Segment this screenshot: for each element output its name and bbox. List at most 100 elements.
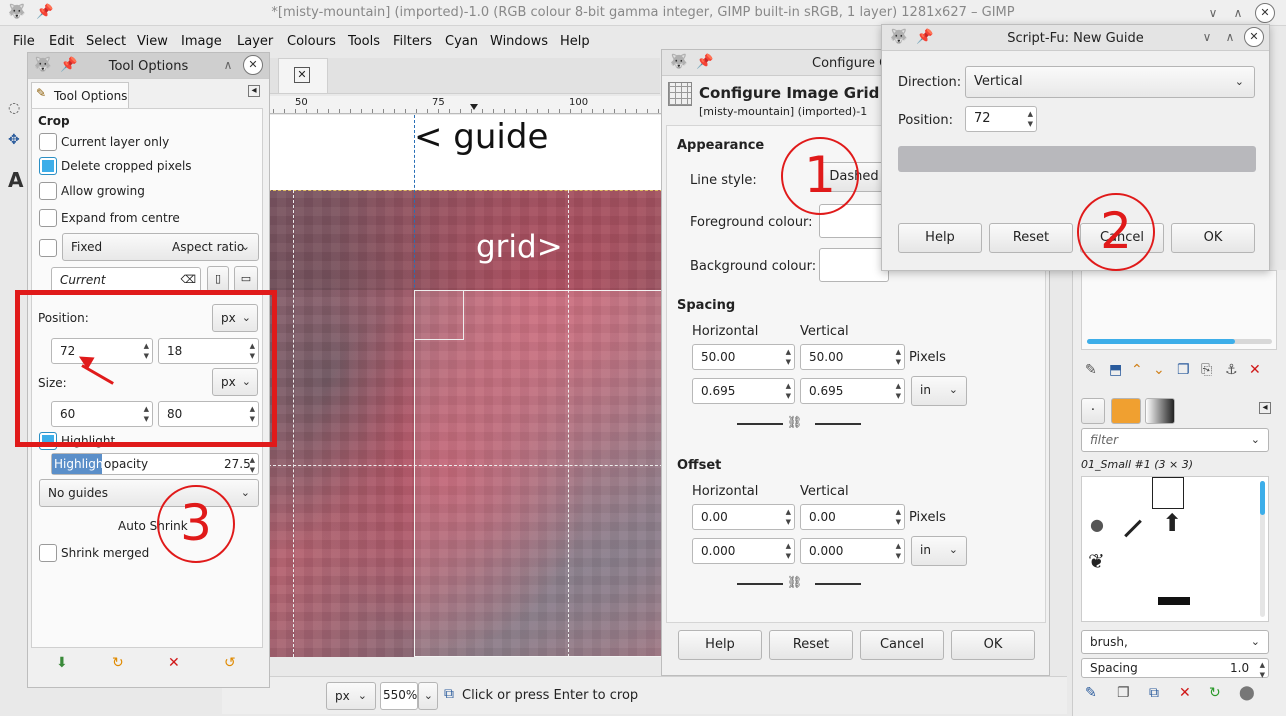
highlight-opacity-slider[interactable]: Highlight opacity 27.5 ▲ ▼ (51, 453, 259, 475)
fixed-aspect-select[interactable]: Fixed Aspect ratio ⌄ (62, 233, 259, 261)
duplicate-icon[interactable]: ⎘ (1201, 362, 1212, 378)
move-tool-icon[interactable]: ✥ (8, 132, 20, 148)
grid-help-button[interactable]: Help (678, 630, 762, 660)
brushes-tab[interactable]: · (1081, 398, 1105, 424)
offset-v-input[interactable]: 0.00 ▲ ▼ (800, 504, 905, 530)
restore-icon[interactable]: ↻ (112, 655, 124, 671)
spin-icon[interactable]: ▲ ▼ (1028, 109, 1033, 129)
close-icon[interactable]: ✕ (1244, 27, 1264, 47)
menu-file[interactable]: File (13, 34, 35, 49)
grid-ok-button[interactable]: OK (951, 630, 1035, 660)
down-icon[interactable]: ⌄ (1153, 362, 1165, 378)
menu-colours[interactable]: Colours (287, 34, 336, 49)
arrow-brush-icon[interactable]: ⬆ (1162, 509, 1182, 537)
save-preset-icon[interactable]: ⬇ (56, 655, 68, 671)
spacing-unit-select[interactable]: in ⌄ (911, 376, 967, 406)
menu-image[interactable]: Image (181, 34, 222, 49)
offset-v-in-input[interactable]: 0.000 ▲ ▼ (800, 538, 905, 564)
refresh-icon[interactable]: ↻ (1209, 685, 1221, 701)
stroke-brush[interactable] (1124, 519, 1142, 538)
menu-edit[interactable]: Edit (49, 34, 74, 49)
menu-view[interactable]: View (137, 34, 168, 49)
scrollbar-thumb[interactable] (1260, 481, 1265, 515)
allow-growing-checkbox[interactable] (39, 182, 57, 200)
menu-windows[interactable]: Windows (490, 34, 548, 49)
blob-brush-icon[interactable]: ● (1090, 515, 1104, 534)
offset-unit-select[interactable]: in ⌄ (911, 536, 967, 566)
spin-icon[interactable]: ▲ ▼ (786, 541, 791, 561)
close-tab-icon[interactable]: ✕ (294, 67, 310, 83)
brush-grid[interactable]: ⬆ ❦ ● (1081, 476, 1269, 622)
panel-menu-icon[interactable]: ◂ (248, 85, 260, 97)
patterns-tab[interactable] (1111, 398, 1141, 424)
anchor-icon[interactable]: ⚓ (1225, 362, 1238, 378)
duplicate-brush-icon[interactable]: ⧉ (1149, 685, 1159, 701)
brush-edit-icon[interactable]: ✎ (1085, 685, 1097, 701)
guide-ok-button[interactable]: OK (1171, 223, 1255, 253)
lasso-icon[interactable]: ◌ (8, 100, 20, 116)
close-icon[interactable]: ✕ (1255, 3, 1275, 23)
gradients-tab[interactable] (1145, 398, 1175, 424)
menu-filters[interactable]: Filters (393, 34, 432, 49)
clear-icon[interactable]: ⌫ (180, 268, 196, 292)
panel-menu-icon[interactable]: ◂ (1259, 402, 1271, 414)
spin-icon[interactable]: ▲ ▼ (786, 347, 791, 367)
tool-options-tab[interactable]: ✎ Tool Options (31, 82, 129, 108)
guide-reset-button[interactable]: Reset (989, 223, 1073, 253)
brush-tag-select[interactable]: brush, ⌄ (1081, 630, 1269, 654)
reset-icon[interactable]: ↺ (224, 655, 236, 671)
collapse-icon[interactable]: ∧ (218, 55, 238, 75)
delete-cropped-checkbox[interactable] (39, 157, 57, 175)
grid-reset-button[interactable]: Reset (769, 630, 853, 660)
spacing-chain-link[interactable]: ⛓ (737, 415, 861, 430)
raise-icon[interactable]: ⬒ (1109, 362, 1122, 378)
crop-rectangle[interactable] (414, 290, 672, 657)
spacing-h-input[interactable]: 50.00 ▲ ▼ (692, 344, 795, 370)
expand-centre-checkbox[interactable] (39, 209, 57, 227)
zoom-input[interactable]: 550% (380, 682, 418, 710)
selected-brush[interactable] (1152, 477, 1184, 509)
copy-icon[interactable]: ❐ (1177, 362, 1190, 378)
spacing-v-input[interactable]: 50.00 ▲ ▼ (800, 344, 905, 370)
minimize-icon[interactable]: ∨ (1197, 27, 1217, 47)
offset-chain-link[interactable]: ⛓ (737, 575, 861, 590)
pin-icon[interactable]: 📌 (696, 54, 713, 70)
offset-h-input[interactable]: 0.00 ▲ ▼ (692, 504, 795, 530)
up-icon[interactable]: ⌃ (1131, 362, 1143, 378)
delete-brush-icon[interactable]: ✕ (1179, 685, 1191, 701)
spin-icon[interactable]: ▲ ▼ (786, 381, 791, 401)
brush-filter-input[interactable]: filter ⌄ (1081, 428, 1269, 452)
menu-cyan[interactable]: Cyan (445, 34, 478, 49)
bar-brush[interactable] (1158, 597, 1190, 605)
direction-select[interactable]: Vertical ⌄ (965, 66, 1255, 98)
menu-select[interactable]: Select (86, 34, 126, 49)
spacing-h-in-input[interactable]: 0.695 ▲ ▼ (692, 378, 795, 404)
guide-help-button[interactable]: Help (898, 223, 982, 253)
fixed-checkbox[interactable] (39, 239, 57, 257)
spin-icon[interactable]: ▲ ▼ (250, 455, 255, 475)
spacing-v-in-input[interactable]: 0.695 ▲ ▼ (800, 378, 905, 404)
brush-spacing-slider[interactable]: Spacing 1.0 ▲ ▼ (1081, 658, 1269, 680)
spin-icon[interactable]: ▲ ▼ (896, 347, 901, 367)
shrink-merged-checkbox[interactable] (39, 544, 57, 562)
spin-icon[interactable]: ▲ ▼ (1260, 660, 1265, 680)
menu-help[interactable]: Help (560, 34, 590, 49)
minimize-icon[interactable]: ∨ (1203, 3, 1223, 23)
spin-icon[interactable]: ▲ ▼ (896, 381, 901, 401)
close-icon[interactable]: ✕ (243, 55, 263, 75)
guide-position-input[interactable]: 72 ▲ ▼ (965, 106, 1037, 132)
text-tool-icon[interactable]: A (8, 168, 23, 192)
maximize-icon[interactable]: ∧ (1220, 27, 1240, 47)
spin-icon[interactable]: ▲ ▼ (896, 507, 901, 527)
menu-layer[interactable]: Layer (237, 34, 273, 49)
image-canvas[interactable]: < guide grid> (262, 115, 672, 657)
grid-cancel-button[interactable]: Cancel (860, 630, 944, 660)
current-layer-only-checkbox[interactable] (39, 133, 57, 151)
portrait-button[interactable]: ▯ (207, 266, 229, 292)
spin-icon[interactable]: ▲ ▼ (896, 541, 901, 561)
delete-icon[interactable]: ✕ (168, 655, 180, 671)
edit-icon[interactable]: ✎ (1085, 362, 1097, 378)
menu-tools[interactable]: Tools (348, 34, 380, 49)
offset-h-in-input[interactable]: 0.000 ▲ ▼ (692, 538, 795, 564)
unit-select[interactable]: px ⌄ (326, 682, 376, 710)
